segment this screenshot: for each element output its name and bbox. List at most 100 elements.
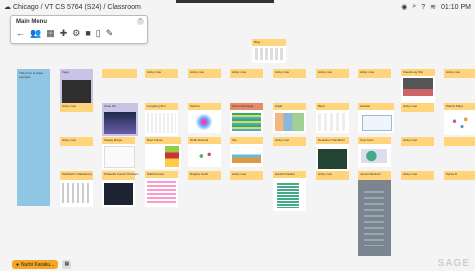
- sticky-note[interactable]: sticky note: [273, 137, 306, 146]
- card-label: Chao Wu: [104, 104, 117, 108]
- card-label: Bipul: [318, 104, 325, 108]
- puzzle-icon[interactable]: ✚: [60, 28, 68, 39]
- sticky-note[interactable]: sticky note: [444, 69, 475, 78]
- sticky-note[interactable]: sticky note: [60, 103, 93, 112]
- pencil-icon[interactable]: ✎: [106, 28, 114, 39]
- card-label: sticky note: [190, 70, 205, 74]
- bipul-card[interactable]: Bipul: [316, 103, 349, 133]
- nirali-card[interactable]: Nirali Sharma: [188, 137, 221, 167]
- card-label: Samba: [190, 104, 200, 108]
- user-button[interactable]: ● Nurbi Karaku...: [12, 260, 59, 269]
- sticky-note[interactable]: sticky note: [230, 69, 263, 78]
- grid-icon[interactable]: ▦: [46, 28, 55, 39]
- back-arrow-icon[interactable]: ←: [16, 28, 25, 39]
- map-icon[interactable]: ▯: [96, 28, 101, 39]
- eye-icon[interactable]: ◉: [401, 3, 407, 11]
- card-label: Nirali Sharma: [190, 138, 209, 142]
- card-label: Prasanth Kumar Chinnam: [104, 172, 139, 176]
- card-label: Anjali: [275, 104, 283, 108]
- cloud-icon: ☁: [4, 4, 11, 11]
- card-label: sticky note: [232, 172, 247, 176]
- ahmed-card[interactable]: Ahmed Elmagdi: [230, 103, 263, 133]
- blue-note-text: This is for in-class example: [19, 71, 44, 79]
- users-icon[interactable]: 👥: [30, 28, 41, 39]
- status-area: ◉ ⌕ ? ≋ 01:10 PM: [401, 3, 471, 11]
- card-label: Ravi Kumar: [147, 138, 163, 142]
- sticky-note[interactable]: sticky note: [60, 137, 93, 146]
- window-strip: [176, 0, 274, 3]
- user-name: Nurbi Karaku...: [21, 261, 55, 268]
- user-icon: ●: [16, 261, 20, 268]
- patrick-card[interactable]: Patrick Mays: [444, 103, 475, 135]
- deeksha-card[interactable]: Deeksha Chaudhari: [316, 137, 349, 171]
- siddharth-card[interactable]: Siddharth Chakraborty: [60, 171, 93, 207]
- card-label: sticky note: [275, 138, 290, 142]
- james-card[interactable]: James Marinari: [358, 171, 391, 256]
- card-label: Ahmed Elmagdi: [232, 104, 254, 108]
- blue-sticky-note[interactable]: This is for in-class example: [17, 69, 50, 206]
- sticky-note[interactable]: [444, 137, 475, 146]
- breadcrumb-text[interactable]: Chicago / VT CS 5764 (S24) / Classroom: [13, 4, 141, 11]
- sticky-note[interactable]: sticky note: [401, 103, 434, 112]
- card-label: sticky note: [147, 70, 162, 74]
- card-label: sticky note: [403, 104, 418, 108]
- sticky-note[interactable]: Sylvia M: [444, 171, 475, 180]
- sticky-note[interactable]: sticky note: [401, 137, 434, 146]
- card-label: Hassan: [360, 104, 371, 108]
- search-icon[interactable]: ⌕: [412, 3, 416, 11]
- sticky-note[interactable]: [102, 69, 137, 78]
- wifi-icon: ≋: [430, 4, 437, 11]
- sticky-note[interactable]: sticky note: [316, 171, 349, 180]
- card-label: James Marinari: [360, 172, 381, 176]
- sticky-note[interactable]: sticky note: [145, 69, 178, 78]
- xiaocheng-card[interactable]: Xiaocheng Wei: [401, 69, 435, 103]
- card-label: sticky note: [318, 172, 333, 176]
- card-label: Deeksha Chaudhari: [318, 138, 345, 142]
- apps-button[interactable]: ▦: [62, 260, 72, 269]
- settings-icon[interactable]: ⚙: [72, 28, 80, 39]
- main-menu-icons: ← 👥 ▦ ✚ ⚙ ■ ▯ ✎: [16, 28, 113, 39]
- chyi-kwei-card[interactable]: Chyi-Kwei: [358, 137, 391, 167]
- card-label: Blog: [254, 40, 261, 44]
- sanjay-card[interactable]: Sanjay Bhujel: [102, 137, 135, 169]
- sticky-note[interactable]: sticky note: [230, 171, 263, 180]
- card-label: Siddharth Chakraborty: [62, 172, 93, 176]
- card-label: sticky note: [318, 70, 333, 74]
- help-icon[interactable]: ?: [421, 4, 425, 11]
- prasanth-card[interactable]: Prasanth Kumar Chinnam: [102, 171, 139, 207]
- card-label: sticky note: [232, 70, 247, 74]
- card-label: Raghav Sethi: [190, 172, 209, 176]
- sticky-note[interactable]: sticky note: [188, 69, 221, 78]
- card-label: Sanjay Bhujel: [104, 138, 123, 142]
- card-label: Xiaocheng Wei: [403, 70, 424, 74]
- sticky-note[interactable]: Raghav Sethi: [188, 171, 221, 180]
- card-label: sticky note: [403, 172, 418, 176]
- siru-card[interactable]: Siru: [230, 137, 263, 167]
- sticky-note[interactable]: sticky note: [401, 171, 434, 180]
- sticky-note[interactable]: sticky note: [358, 69, 391, 78]
- anjali-card[interactable]: Anjali: [273, 103, 306, 133]
- hassan-card[interactable]: Hassan: [358, 103, 394, 133]
- samba-card[interactable]: Samba: [188, 103, 221, 133]
- card-label: Vega: [62, 70, 69, 74]
- sticky-note[interactable]: sticky note: [273, 69, 306, 78]
- blog-card[interactable]: Blog: [252, 39, 286, 63]
- longfang-card[interactable]: Longfang Zhu: [145, 103, 178, 136]
- main-menu: Main Menu ⌃ ← 👥 ▦ ✚ ⚙ ■ ▯ ✎: [10, 15, 148, 44]
- chao-card[interactable]: Chao Wu: [102, 103, 138, 136]
- folder-icon[interactable]: ■: [85, 28, 90, 39]
- card-label: Chyi-Kwei: [360, 138, 374, 142]
- card-label: sticky note: [275, 70, 290, 74]
- nikhil-card[interactable]: Nikhil Kumar: [145, 171, 178, 207]
- bottom-bar: ● Nurbi Karaku... ▦: [12, 260, 72, 269]
- breadcrumb[interactable]: ☁ Chicago / VT CS 5764 (S24) / Classroom: [4, 3, 141, 12]
- card-label: sticky note: [62, 138, 77, 142]
- card-label: sticky note: [62, 104, 77, 108]
- main-menu-title: Main Menu: [16, 19, 47, 25]
- sticky-note[interactable]: sticky note: [316, 69, 349, 78]
- harshit-card[interactable]: Harshit Patidar: [273, 171, 306, 211]
- ravi-card[interactable]: Ravi Kumar: [145, 137, 181, 169]
- collapse-icon[interactable]: ⌃: [137, 18, 144, 25]
- card-label: Patrick Mays: [446, 104, 464, 108]
- clock-text: 01:10 PM: [441, 3, 471, 11]
